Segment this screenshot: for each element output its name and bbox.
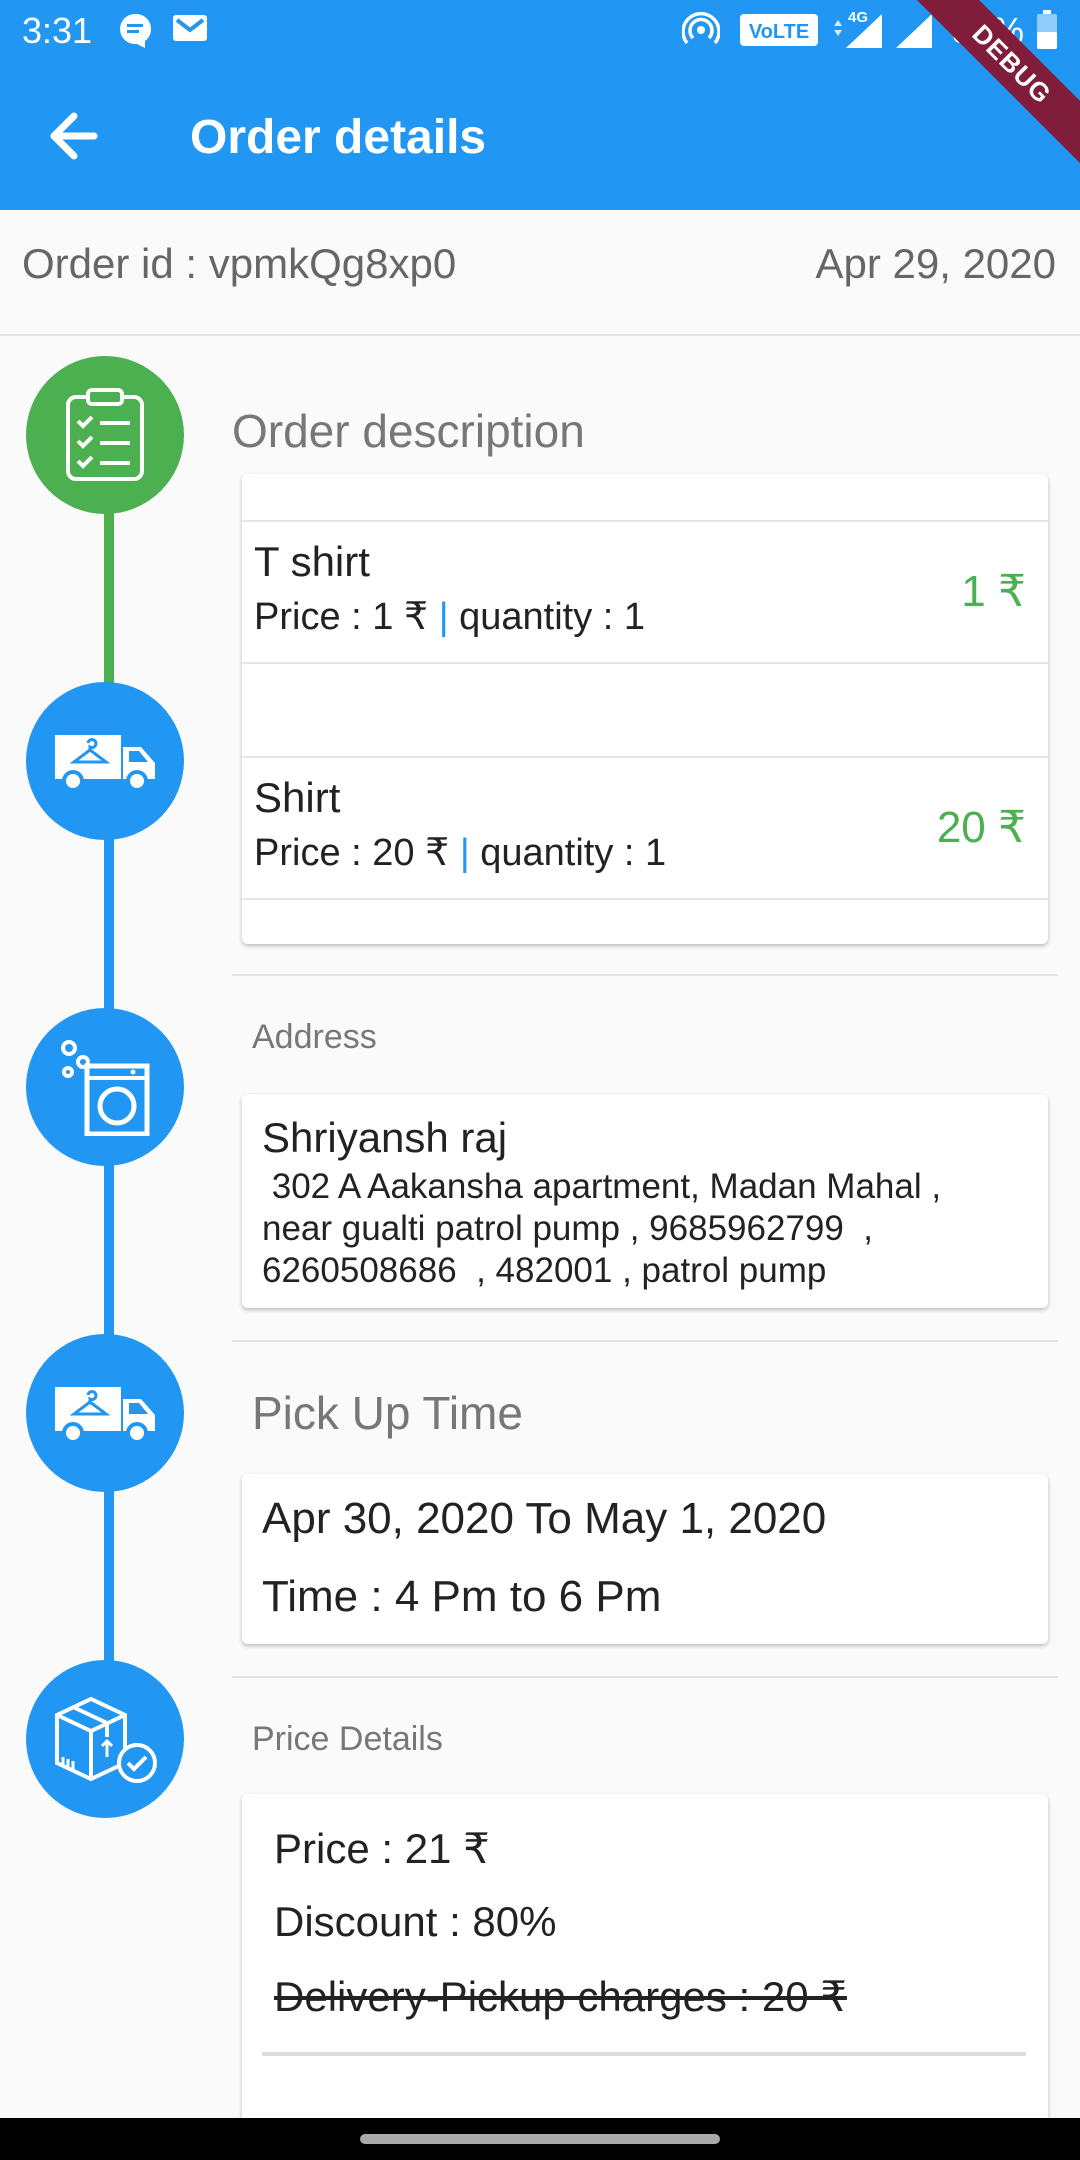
gmail-icon: [172, 12, 208, 53]
order-header: Order id : vpmkQg8xp0 Apr 29, 2020: [0, 210, 1080, 336]
address-line: 6260508686 , 482001 , patrol pump: [262, 1251, 827, 1290]
item-total: 1 ₹: [961, 567, 1026, 616]
item-meta: Price : 1 ₹ | quantity : 1: [254, 594, 645, 639]
order-id: Order id : vpmkQg8xp0: [22, 240, 457, 287]
timeline-step-washing: [26, 1008, 184, 1166]
status-time: 3:31: [22, 10, 93, 51]
checklist-icon: [66, 388, 144, 481]
item-name: T shirt: [254, 538, 370, 585]
item-quantity: quantity : 1: [459, 596, 646, 638]
item-total: 20 ₹: [936, 803, 1026, 852]
status-bar: 3:31 VoLTE 4G 38%: [0, 0, 1080, 64]
item-separator: |: [438, 596, 449, 638]
timeline-step-delivered: [26, 1660, 184, 1818]
order-item[interactable]: T shirt Price : 1 ₹ | quantity : 1 1 ₹: [242, 522, 1048, 662]
home-gesture-handle[interactable]: [360, 2134, 720, 2144]
item-separator: |: [459, 832, 470, 874]
address-line: 302 A Aakansha apartment, Madan Mahal ,: [262, 1167, 942, 1206]
item-quantity: quantity : 1: [480, 832, 667, 874]
pickup-time-card: Apr 30, 2020 To May 1, 2020 Time : 4 Pm …: [242, 1474, 1048, 1644]
delivery-van-icon: [55, 735, 155, 792]
delivery-pickup-charges: Delivery-Pickup charges : 20 ₹: [274, 1973, 847, 2020]
signal-icon: [894, 12, 934, 59]
discount: Discount : 80%: [274, 1898, 557, 1945]
item-name: Shirt: [254, 774, 341, 821]
price-details-card: Price : 21 ₹ Discount : 80% Delivery-Pic…: [242, 1794, 1048, 2134]
address-name: Shriyansh raj: [262, 1114, 508, 1161]
address-title: Address: [252, 1018, 377, 1056]
section-divider: [232, 1340, 1058, 1342]
timeline-step-pickup: [26, 682, 184, 840]
back-arrow-icon: [50, 112, 98, 160]
system-navigation-bar: [0, 2118, 1080, 2160]
app-bar: 3:31 VoLTE 4G 38% Order details DEBUG: [0, 0, 1080, 210]
order-items-card: T shirt Price : 1 ₹ | quantity : 1 1 ₹ S…: [242, 474, 1048, 944]
section-divider: [232, 974, 1058, 976]
item-price: Price : 1 ₹: [254, 596, 429, 638]
volte-text: VoLTE: [749, 21, 809, 43]
message-icon: [118, 12, 152, 57]
pickup-date-range: Apr 30, 2020 To May 1, 2020: [262, 1494, 827, 1543]
page-title: Order details: [190, 111, 487, 164]
network-type-text: 4G: [848, 9, 868, 26]
price-total: Price : 21 ₹: [274, 1825, 490, 1872]
back-button[interactable]: [44, 108, 106, 164]
washing-machine-icon: [61, 1040, 150, 1136]
order-item[interactable]: Shirt Price : 20 ₹ | quantity : 1 20 ₹: [242, 758, 1048, 898]
hotspot-icon: [681, 12, 721, 57]
order-date: Apr 29, 2020: [815, 240, 1056, 287]
timeline-connector: [104, 830, 114, 1030]
order-description-title: Order description: [232, 405, 585, 457]
item-price: Price : 20 ₹: [254, 832, 450, 874]
address-line: near gualti patrol pump , 9685962799 ,: [262, 1209, 873, 1248]
volte-badge-icon: VoLTE: [740, 14, 818, 55]
timeline-step-delivery: [26, 1334, 184, 1492]
section-divider: [232, 1676, 1058, 1678]
row-divider: [242, 662, 1048, 664]
price-divider: [262, 2052, 1026, 2056]
price-details-title: Price Details: [252, 1720, 443, 1758]
timeline-connector: [104, 1160, 114, 1360]
battery-icon: [1036, 10, 1058, 59]
timeline-step-ordered: [26, 356, 184, 514]
item-meta: Price : 20 ₹ | quantity : 1: [254, 830, 666, 875]
address-card: Shriyansh raj 302 A Aakansha apartment, …: [242, 1094, 1048, 1308]
signal-4g-icon: 4G: [830, 8, 888, 59]
package-check-icon: [55, 1696, 157, 1783]
pickup-time-title: Pick Up Time: [252, 1387, 523, 1439]
pickup-time: Time : 4 Pm to 6 Pm: [262, 1572, 662, 1621]
delivery-van-icon: [55, 1387, 155, 1444]
timeline-connector: [104, 500, 114, 700]
row-divider: [242, 898, 1048, 900]
